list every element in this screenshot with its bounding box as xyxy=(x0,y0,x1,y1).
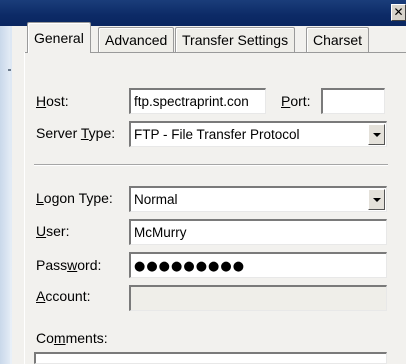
tab-label: Charset xyxy=(313,32,363,48)
user-field[interactable]: McMurry xyxy=(129,219,387,245)
close-button[interactable]: ✕ xyxy=(391,4,406,21)
port-label: Port: xyxy=(281,93,311,109)
tab-body-border-left xyxy=(24,52,25,364)
tab-label: Advanced xyxy=(105,32,168,48)
site-manager-strip xyxy=(0,0,10,364)
section-divider xyxy=(34,164,388,166)
user-label: User: xyxy=(36,223,70,239)
tab-label: Transfer Settings xyxy=(182,32,289,48)
tab-label: General xyxy=(34,30,84,46)
close-icon: ✕ xyxy=(393,5,404,19)
comments-label: Comments: xyxy=(36,330,108,346)
host-field[interactable]: ftp.spectraprint.con xyxy=(129,88,266,114)
password-field[interactable]: ●●●●●●●●● xyxy=(129,252,387,278)
host-label: Host: xyxy=(36,93,69,109)
tab-transfer-settings[interactable]: Transfer Settings xyxy=(175,27,296,52)
account-label: Account: xyxy=(36,288,91,304)
logon-type-label: Logon Type: xyxy=(36,190,113,206)
account-field[interactable] xyxy=(129,285,387,311)
tab-general[interactable]: General xyxy=(27,22,91,53)
logon-type-select[interactable]: Normal xyxy=(129,186,387,212)
comments-textarea[interactable] xyxy=(34,352,387,364)
server-type-label: Server Type: xyxy=(36,125,116,141)
port-field[interactable] xyxy=(321,88,385,114)
server-type-select[interactable]: FTP - File Transfer Protocol xyxy=(129,121,387,147)
tab-advanced[interactable]: Advanced xyxy=(98,27,175,52)
password-label: Password: xyxy=(36,257,102,273)
tab-charset[interactable]: Charset xyxy=(306,27,370,52)
tree-connector xyxy=(8,69,11,71)
chevron-down-icon[interactable] xyxy=(368,124,385,145)
chevron-down-icon[interactable] xyxy=(368,189,385,210)
